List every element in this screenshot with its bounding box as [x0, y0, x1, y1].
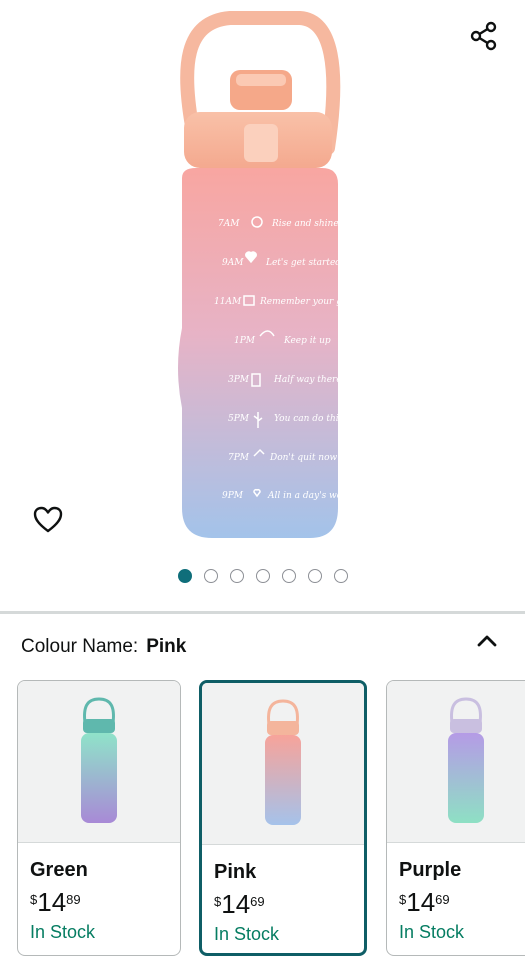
collapse-button[interactable] — [474, 628, 500, 654]
share-icon — [470, 21, 497, 51]
marking-text: Rise and shine — [271, 219, 339, 229]
colour-name-label: Colour Name: Pink — [21, 636, 186, 658]
heart-outline-icon — [33, 506, 63, 533]
product-image-carousel[interactable]: 7AM Rise and shine 9AM Let's get started … — [0, 0, 525, 612]
carousel-dot[interactable] — [307, 569, 322, 583]
swatch-price: $14 69 — [399, 888, 525, 916]
svg-text:7PM: 7PM — [228, 453, 250, 463]
water-bottle-image — [81, 696, 117, 823]
price-whole: 14 — [406, 887, 436, 917]
price-whole: 14 — [221, 889, 251, 919]
svg-text:9PM: 9PM — [222, 491, 244, 501]
colour-name-caption: Colour Name: — [21, 636, 139, 657]
price-currency: $ — [30, 892, 38, 907]
swatch-thumbnail — [202, 683, 364, 845]
swatch-price: $14 89 — [30, 888, 168, 916]
price-whole: 14 — [37, 887, 67, 917]
svg-text:Half way there: Half way there — [273, 375, 342, 385]
swatch-purple[interactable]: Purple $14 69 In Stock — [386, 680, 525, 956]
svg-text:11AM: 11AM — [214, 297, 242, 307]
swatch-thumbnail — [387, 681, 525, 843]
carousel-dot[interactable] — [281, 569, 296, 583]
svg-text:Don't quit now: Don't quit now — [269, 453, 338, 463]
swatch-name: Pink — [214, 861, 257, 883]
carousel-dot[interactable] — [203, 569, 218, 583]
share-button[interactable] — [464, 16, 504, 56]
svg-text:Keep it up: Keep it up — [283, 336, 331, 346]
svg-text:Remember your goal: Remember your goal — [259, 297, 356, 307]
swatch-name: Purple — [399, 859, 462, 881]
price-fraction: 69 — [435, 892, 450, 907]
price-fraction: 89 — [66, 892, 81, 907]
colour-swatch-list: Green $14 89 In Stock Pink $14 69 In Sto… — [0, 680, 525, 960]
colour-name-header[interactable]: Colour Name: Pink — [0, 614, 525, 678]
svg-text:You can do this: You can do this — [274, 414, 344, 424]
svg-text:3PM: 3PM — [228, 375, 250, 385]
stock-status: In Stock — [214, 924, 280, 944]
stock-status: In Stock — [30, 922, 96, 942]
water-bottle-image: 7AM Rise and shine 9AM Let's get started … — [178, 10, 356, 538]
swatch-name: Green — [30, 859, 88, 881]
carousel-dot[interactable] — [229, 569, 244, 583]
product-image: 7AM Rise and shine 9AM Let's get started … — [160, 8, 360, 548]
swatch-thumbnail — [18, 681, 180, 843]
swatch-price: $14 69 — [214, 890, 352, 918]
water-bottle-image — [265, 698, 301, 825]
svg-text:5PM: 5PM — [228, 414, 250, 424]
chevron-up-icon — [477, 635, 497, 647]
price-currency: $ — [399, 892, 407, 907]
svg-text:9AM: 9AM — [222, 258, 244, 268]
carousel-dot[interactable] — [333, 569, 348, 583]
svg-text:Let's get started: Let's get started — [265, 258, 341, 268]
carousel-dot-active[interactable] — [177, 569, 192, 583]
colour-name-value: Pink — [146, 636, 187, 657]
marking-time: 7AM — [218, 219, 240, 229]
svg-text:1PM: 1PM — [234, 336, 256, 346]
carousel-dot[interactable] — [255, 569, 270, 583]
product-page: 7AM Rise and shine 9AM Let's get started … — [0, 0, 525, 960]
swatch-green[interactable]: Green $14 89 In Stock — [17, 680, 181, 956]
stock-status: In Stock — [399, 922, 465, 942]
carousel-indicator — [0, 569, 525, 585]
wishlist-button[interactable] — [28, 500, 68, 540]
price-currency: $ — [214, 894, 222, 909]
water-bottle-image — [448, 696, 484, 823]
price-fraction: 69 — [250, 894, 265, 909]
swatch-pink[interactable]: Pink $14 69 In Stock — [199, 680, 367, 956]
svg-text:All in a day's work: All in a day's work — [267, 491, 352, 501]
